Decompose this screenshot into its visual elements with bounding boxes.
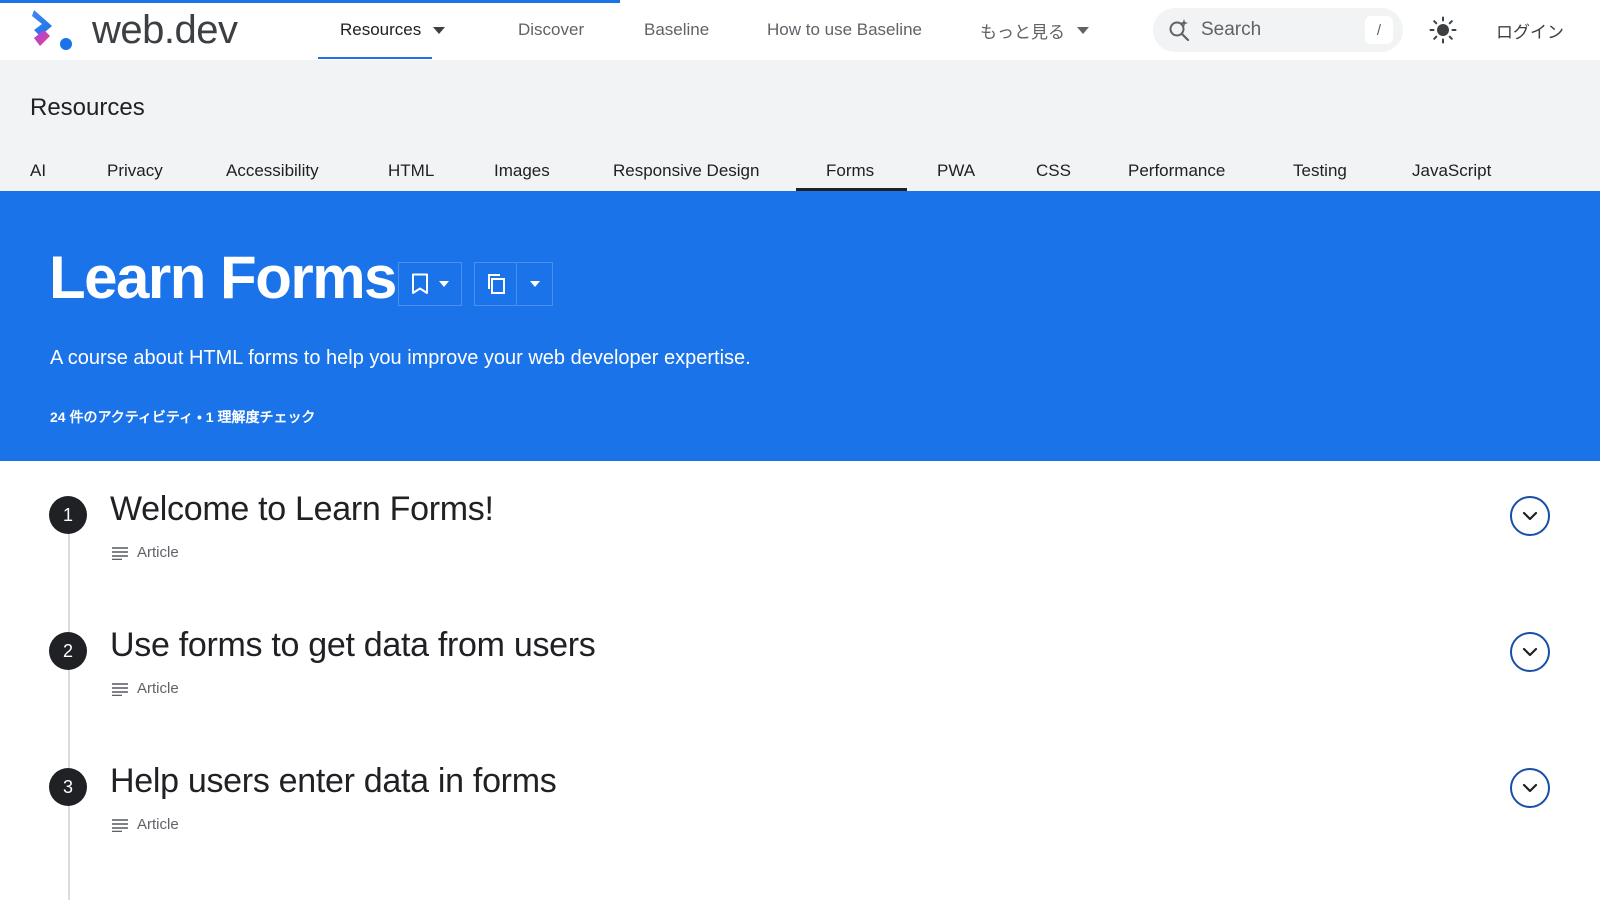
step-number: 1 (49, 496, 87, 534)
copy-options-dropdown[interactable] (517, 263, 552, 305)
lesson-type-label: Article (137, 544, 179, 561)
lesson-type: Article (112, 816, 179, 833)
lesson-type: Article (112, 544, 179, 561)
lesson-type-label: Article (137, 816, 179, 833)
nav-baseline-label: Baseline (644, 20, 710, 39)
tab-responsive-design[interactable]: Responsive Design (613, 150, 759, 191)
search-box[interactable]: Search / (1153, 8, 1403, 52)
lesson-title[interactable]: Welcome to Learn Forms! (110, 490, 494, 529)
tab-accessibility[interactable]: Accessibility (226, 150, 319, 191)
chevron-down-icon (1522, 647, 1538, 657)
tab-images[interactable]: Images (494, 150, 550, 191)
chevron-down-icon (1522, 783, 1538, 793)
list-item: 1 Welcome to Learn Forms! Article (0, 490, 1600, 606)
nav-how-to-use-baseline[interactable]: How to use Baseline (767, 0, 922, 60)
article-lines-icon (112, 682, 128, 696)
bookmark-button[interactable] (399, 263, 461, 305)
tab-performance[interactable]: Performance (1128, 150, 1225, 191)
resources-title: Resources (30, 94, 145, 121)
copy-icon (487, 274, 505, 294)
nav-active-indicator (318, 57, 432, 59)
tab-ai[interactable]: AI (30, 150, 46, 191)
course-description: A course about HTML forms to help you im… (50, 347, 751, 369)
sun-icon[interactable] (1429, 16, 1457, 44)
tab-privacy[interactable]: Privacy (107, 150, 163, 191)
resources-section: Resources AI Privacy Accessibility HTML … (0, 60, 1600, 191)
login-button[interactable]: ログイン (1496, 0, 1564, 60)
tab-testing[interactable]: Testing (1293, 150, 1347, 191)
page-title: Learn Forms (49, 244, 397, 311)
search-spark-icon (1169, 19, 1190, 42)
web-dev-logo-icon (32, 10, 72, 50)
tab-css[interactable]: CSS (1036, 150, 1071, 191)
bookmark-icon (412, 273, 428, 294)
nav-more[interactable]: もっと見る (980, 0, 1089, 60)
tab-html[interactable]: HTML (388, 150, 434, 191)
nav-more-label: もっと見る (980, 22, 1065, 42)
nav-resources-label: Resources (340, 20, 422, 39)
course-meta: 24 件のアクティビティ • 1 理解度チェック (50, 409, 316, 425)
chevron-down-icon (1077, 26, 1089, 34)
search-shortcut-key: / (1365, 16, 1393, 44)
tab-pwa[interactable]: PWA (937, 150, 975, 191)
nav-resources[interactable]: Resources (340, 0, 446, 60)
expand-button[interactable] (1510, 632, 1550, 672)
list-item: 2 Use forms to get data from users Artic… (0, 626, 1600, 742)
article-lines-icon (112, 546, 128, 560)
chevron-down-icon (1522, 511, 1538, 521)
top-navigation-bar: web.dev Resources Discover Baseline How … (0, 0, 1600, 60)
lesson-type: Article (112, 680, 179, 697)
copy-button[interactable] (475, 263, 516, 305)
chevron-down-icon (439, 281, 449, 287)
bookmark-button-group (398, 262, 462, 306)
expand-button[interactable] (1510, 768, 1550, 808)
lesson-title[interactable]: Help users enter data in forms (110, 762, 557, 801)
search-input[interactable]: Search (1201, 19, 1365, 41)
tab-forms[interactable]: Forms (826, 150, 874, 191)
chevron-down-icon (433, 26, 446, 34)
lesson-title[interactable]: Use forms to get data from users (110, 626, 596, 665)
step-number: 3 (49, 768, 87, 806)
article-lines-icon (112, 818, 128, 832)
course-hero: Learn Forms A course about HTML forms to… (0, 191, 1600, 461)
expand-button[interactable] (1510, 496, 1550, 536)
nav-discover-label: Discover (518, 20, 585, 39)
logo-text: web.dev (92, 7, 238, 52)
site-logo[interactable]: web.dev (30, 7, 238, 52)
nav-baseline[interactable]: Baseline (644, 0, 709, 60)
nav-discover[interactable]: Discover (518, 0, 584, 60)
list-item: 3 Help users enter data in forms Article (0, 762, 1600, 878)
chevron-down-icon (529, 281, 540, 287)
nav-how-to-use-baseline-label: How to use Baseline (767, 20, 922, 39)
lesson-type-label: Article (137, 680, 179, 697)
copy-button-group (474, 262, 553, 306)
step-number: 2 (49, 632, 87, 670)
tab-javascript[interactable]: JavaScript (1412, 150, 1491, 191)
